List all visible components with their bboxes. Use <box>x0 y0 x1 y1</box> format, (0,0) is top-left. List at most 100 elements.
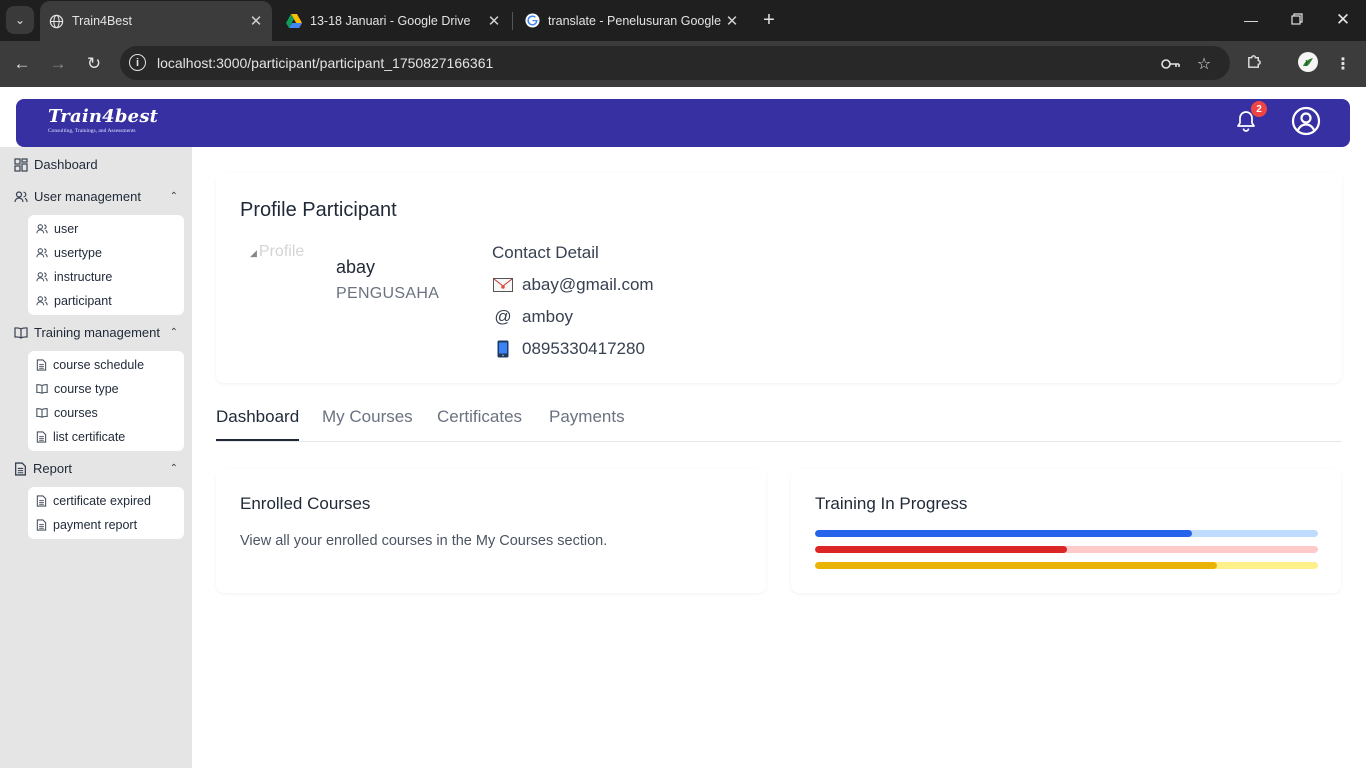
bookmark-star-icon[interactable]: ☆ <box>1194 54 1214 74</box>
user-circle-icon <box>1291 106 1321 141</box>
sidebar-item-participant[interactable]: participant <box>28 289 184 313</box>
extensions-button[interactable] <box>1240 50 1268 78</box>
url-text[interactable]: localhost:3000/participant/participant_1… <box>157 55 493 71</box>
progress-bar <box>815 546 1318 553</box>
progress-bar-fill <box>815 546 1067 553</box>
progress-bar <box>815 562 1318 569</box>
at-sign-icon: @ <box>494 307 512 326</box>
users-icon <box>36 224 48 234</box>
sidebar-item-label: courses <box>54 406 98 420</box>
plus-icon: + <box>763 8 775 31</box>
profile-image-alt: Profile <box>258 243 305 260</box>
address-bar[interactable]: i localhost:3000/participant/participant… <box>120 46 1230 80</box>
sidebar: Dashboard User management ⌃ user usertyp… <box>0 147 192 768</box>
forward-button[interactable]: → <box>44 50 72 78</box>
sidebar-item-label: user <box>54 222 79 236</box>
tab-title: Train4Best <box>72 14 132 28</box>
envelope-icon <box>492 278 514 292</box>
reload-button[interactable]: ↻ <box>80 50 108 78</box>
sidebar-item-course-type[interactable]: course type <box>28 377 184 401</box>
new-tab-button[interactable]: + <box>757 8 781 32</box>
arrow-right-icon: → <box>49 54 67 73</box>
tab-certificates[interactable]: Certificates <box>437 407 522 427</box>
tab-search-button[interactable]: ⌄ <box>6 6 34 34</box>
sidebar-item-list-certificate[interactable]: list certificate <box>28 425 184 449</box>
sidebar-group-label: User management <box>34 189 141 204</box>
users-icon <box>36 272 48 282</box>
user-avatar-button[interactable] <box>1288 105 1324 141</box>
document-icon <box>36 495 47 507</box>
sidebar-item-usertype[interactable]: usertype <box>28 241 184 265</box>
broken-image-icon: ◢ <box>250 248 257 258</box>
app-root: Train4best Consulting, Trainings, and As… <box>0 87 1366 768</box>
training-progress-card: Training In Progress <box>791 469 1341 593</box>
notification-badge: 2 <box>1251 101 1267 117</box>
sidebar-item-courses[interactable]: courses <box>28 401 184 425</box>
sidebar-group-training-management[interactable]: Training management ⌃ <box>14 325 178 340</box>
enrolled-courses-title: Enrolled Courses <box>240 494 371 513</box>
close-icon[interactable]: ✕ <box>722 11 742 31</box>
browser-menu-button[interactable]: ⋮ <box>1329 50 1357 78</box>
sidebar-item-label: course schedule <box>53 358 145 372</box>
sidebar-group-label: Report <box>33 461 73 476</box>
browser-toolbar: ← → ↻ i localhost:3000/participant/parti… <box>0 41 1366 87</box>
tab-payments[interactable]: Payments <box>549 407 625 427</box>
profile-image: ◢ Profile <box>250 243 304 261</box>
minimize-button[interactable]: — <box>1228 0 1274 40</box>
close-icon[interactable]: ✕ <box>484 11 504 31</box>
book-open-icon <box>36 408 48 418</box>
reload-icon: ↻ <box>86 54 102 73</box>
page-title: Profile Participant <box>240 199 397 221</box>
chevron-up-icon: ⌃ <box>169 191 178 202</box>
contact-email: abay@gmail.com <box>492 275 654 295</box>
sidebar-group-user-management[interactable]: User management ⌃ <box>14 189 178 204</box>
google-icon <box>524 13 540 29</box>
sidebar-item-dashboard[interactable]: Dashboard <box>14 157 98 172</box>
email-text: abay@gmail.com <box>522 275 654 294</box>
chevron-up-icon: ⌃ <box>169 463 178 474</box>
more-vertical-icon: ⋮ <box>1335 56 1351 73</box>
browser-tab-train4best[interactable]: Train4Best ✕ <box>40 1 272 41</box>
sidebar-panel-report: certificate expired payment report <box>28 487 184 539</box>
document-icon <box>15 461 26 476</box>
enrolled-courses-text: View all your enrolled courses in the My… <box>240 533 608 549</box>
close-icon[interactable]: ✕ <box>246 11 266 31</box>
participant-role: PENGUSAHA <box>336 285 440 302</box>
brand-logo[interactable]: Train4best Consulting, Trainings, and As… <box>48 106 158 134</box>
username-text: amboy <box>522 307 574 326</box>
restore-button[interactable] <box>1274 0 1320 40</box>
browser-tab-google-search[interactable]: translate - Penelusuran Google ✕ <box>516 0 748 41</box>
back-button[interactable]: ← <box>8 50 36 78</box>
enrolled-courses-card: Enrolled Courses View all your enrolled … <box>216 469 766 593</box>
tab-dashboard[interactable]: Dashboard <box>216 407 299 427</box>
google-drive-icon <box>286 13 302 29</box>
mobile-phone-icon <box>492 340 514 358</box>
profile-button[interactable] <box>1294 50 1322 78</box>
users-icon <box>36 248 48 258</box>
sidebar-item-label: participant <box>54 294 112 308</box>
contact-phone: 0895330417280 <box>492 339 645 359</box>
sidebar-item-user[interactable]: user <box>28 217 184 241</box>
tab-my-courses[interactable]: My Courses <box>322 407 413 427</box>
chevron-down-icon: ⌄ <box>14 13 26 27</box>
sidebar-item-payment-report[interactable]: payment report <box>28 513 184 537</box>
sidebar-item-certificate-expired[interactable]: certificate expired <box>28 489 184 513</box>
progress-bar-fill <box>815 530 1193 537</box>
book-open-icon <box>36 384 48 394</box>
progress-bar <box>815 530 1318 537</box>
participant-name: abay <box>336 257 376 277</box>
sidebar-item-course-schedule[interactable]: course schedule <box>28 353 184 377</box>
restore-icon <box>1291 12 1303 28</box>
sidebar-item-label: usertype <box>54 246 102 260</box>
sidebar-item-label: instructure <box>54 270 113 284</box>
password-key-icon[interactable] <box>1161 54 1181 74</box>
close-window-button[interactable]: ✕ <box>1320 0 1366 40</box>
document-icon <box>36 431 47 443</box>
contact-detail-heading: Contact Detail <box>492 243 599 262</box>
browser-tab-google-drive[interactable]: 13-18 Januari - Google Drive ✕ <box>278 0 510 41</box>
sidebar-item-instructure[interactable]: instructure <box>28 265 184 289</box>
close-icon: ✕ <box>1335 10 1351 29</box>
site-info-icon[interactable]: i <box>129 54 146 71</box>
sidebar-group-report[interactable]: Report ⌃ <box>14 461 178 476</box>
chevron-up-icon: ⌃ <box>169 327 178 338</box>
